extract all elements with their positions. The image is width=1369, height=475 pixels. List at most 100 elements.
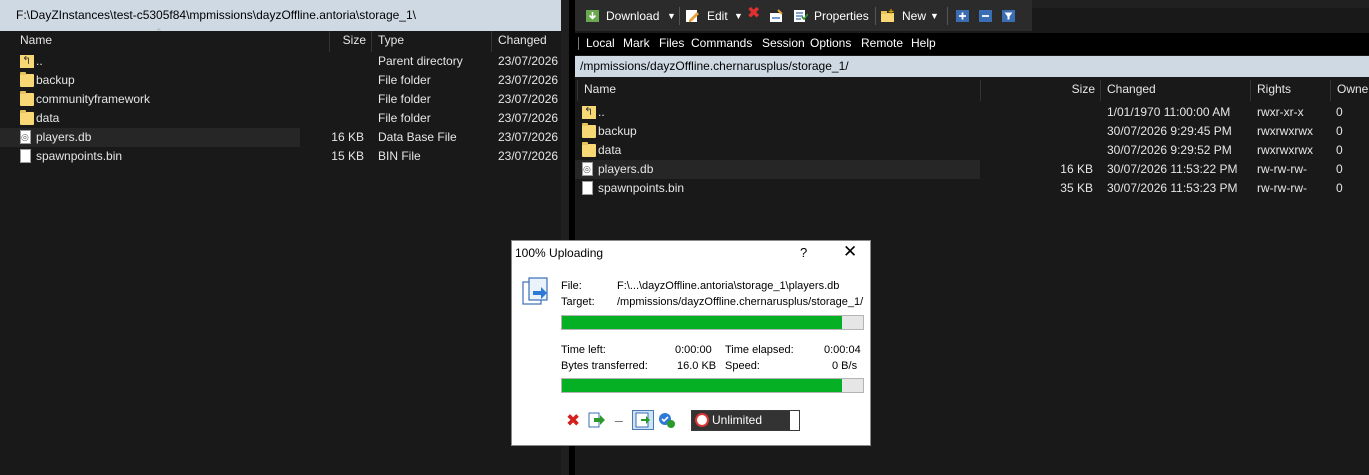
file-icon	[582, 181, 593, 195]
file-size: 35 KB	[1060, 181, 1093, 195]
file-owner: 0	[1336, 124, 1343, 138]
remote-path-bar[interactable]: /mpmissions/dayzOffline.chernarusplus/st…	[575, 56, 1369, 77]
download-dropdown-icon[interactable]: ▼	[667, 7, 676, 25]
file-changed: 1/01/1970 11:00:00 AM	[1107, 105, 1231, 119]
edit-button[interactable]: Edit	[707, 7, 728, 25]
new-button[interactable]: New	[902, 7, 926, 25]
menu-commands[interactable]: Commands	[691, 36, 752, 50]
remote-col-owner[interactable]: Owner	[1331, 80, 1369, 101]
expand-icon[interactable]	[955, 9, 970, 23]
bytes-transferred-label: Bytes transferred:	[561, 360, 648, 372]
local-path-bar[interactable]: F:\DayZInstances\test-c5305f84\mpmission…	[0, 0, 569, 31]
move-to-queue-icon[interactable]	[588, 412, 606, 429]
menu-help[interactable]: Help	[911, 36, 936, 50]
remote-column-headers: Name Size Changed Rights Owner	[575, 80, 1369, 101]
file-name: ..	[598, 105, 605, 119]
local-col-type[interactable]: Type	[372, 31, 492, 52]
menu-session[interactable]: Session	[762, 36, 805, 50]
file-name: spawnpoints.bin	[36, 149, 123, 163]
table-row[interactable]: .. 1/01/1970 11:00:00 AM rwxr-xr-x 0	[575, 103, 1343, 122]
file-type: Data Base File	[378, 130, 457, 144]
file-rights: rw-rw-rw-	[1257, 162, 1307, 176]
file-type: BIN File	[378, 149, 421, 163]
toolbar-separator	[875, 7, 876, 25]
file-progress-fill	[562, 316, 842, 329]
remote-col-size[interactable]: Size	[981, 80, 1101, 101]
table-row[interactable]: backup 30/07/2026 9:29:45 PM rwxrwxrwx 0	[575, 122, 1343, 141]
filter-icon[interactable]	[1001, 9, 1016, 23]
file-type: File folder	[378, 92, 431, 106]
file-name: data	[598, 143, 622, 157]
menu-remote[interactable]: Remote	[861, 36, 903, 50]
rename-icon[interactable]	[769, 9, 784, 23]
parent-dir-icon	[582, 103, 596, 122]
table-row[interactable]: .. Parent directory 23/07/2026 1	[0, 52, 558, 71]
file-type: File folder	[378, 111, 431, 125]
database-file-icon	[582, 160, 593, 179]
local-col-name[interactable]: Name	[14, 31, 330, 52]
table-row[interactable]: data File folder 23/07/2026 9	[0, 109, 558, 128]
download-button[interactable]: Download	[606, 7, 659, 25]
target-label: Target:	[561, 296, 595, 308]
file-progress-bar	[561, 315, 864, 330]
file-size: 16 KB	[1060, 162, 1093, 176]
properties-button[interactable]: Properties	[814, 7, 869, 25]
local-panel: F:\DayZInstances\test-c5305f84\mpmission…	[0, 0, 569, 475]
file-name: backup	[36, 73, 75, 87]
file-changed: 30/07/2026 9:29:52 PM	[1107, 143, 1232, 157]
remote-col-rights[interactable]: Rights	[1251, 80, 1331, 101]
file-size: 16 KB	[331, 130, 364, 144]
speed-limit-value: Unlimited	[712, 413, 763, 427]
help-button[interactable]: ?	[800, 245, 807, 260]
menu-mark[interactable]: Mark	[623, 36, 650, 50]
table-row[interactable]: communityframework File folder 23/07/2026 …	[0, 90, 558, 109]
cancel-transfer-icon[interactable]: ✖	[566, 411, 580, 431]
edit-dropdown-icon[interactable]: ▼	[734, 7, 743, 25]
toolbar-separator	[947, 7, 948, 25]
table-row[interactable]: backup File folder 23/07/2026 9	[0, 71, 558, 90]
file-rights: rwxr-xr-x	[1257, 105, 1304, 119]
menu-options[interactable]: Options	[810, 36, 851, 50]
menu-files[interactable]: Files	[659, 36, 684, 50]
local-col-size[interactable]: Size	[330, 31, 372, 52]
table-row[interactable]: data 30/07/2026 9:29:52 PM rwxrwxrwx 0	[575, 141, 1343, 160]
remote-col-changed[interactable]: Changed	[1101, 80, 1251, 101]
file-rights: rwxrwxrwx	[1257, 143, 1313, 157]
file-name: communityframework	[36, 92, 151, 106]
properties-icon	[794, 10, 808, 22]
upload-progress-dialog: 100% Uploading ? ✕ File: F:\...\dayzOffl…	[511, 240, 871, 446]
file-changed: 23/07/2026 1	[498, 54, 558, 68]
bytes-transferred-value: 16.0 KB	[677, 360, 717, 372]
new-dropdown-icon[interactable]: ▼	[930, 7, 939, 25]
speed-label: Speed:	[725, 360, 760, 372]
target-value: /mpmissions/dayzOffline.chernarusplus/st…	[617, 296, 864, 308]
once-done-icon[interactable]	[658, 412, 676, 429]
delete-icon[interactable]: ✖	[747, 5, 760, 23]
transfer-on-background-icon[interactable]	[632, 410, 654, 430]
total-progress-fill	[562, 379, 842, 392]
time-left-value: 0:00:00	[675, 344, 712, 356]
file-changed: 23/07/2026 1	[498, 130, 558, 144]
collapse-icon[interactable]	[978, 9, 993, 23]
local-col-changed[interactable]: Changed	[492, 31, 569, 52]
file-name: data	[36, 111, 60, 125]
table-row[interactable]: players.db 16 KB 30/07/2026 11:53:22 PM rw-…	[575, 160, 1343, 179]
download-icon	[586, 10, 599, 22]
speed-limit-dropdown[interactable]: Unlimited	[691, 410, 800, 431]
file-changed: 30/07/2026 11:53:23 PM	[1107, 181, 1238, 195]
new-folder-icon	[881, 9, 894, 22]
menu-local[interactable]: Local	[586, 36, 615, 50]
remote-file-list: .. 1/01/1970 11:00:00 AM rwxr-xr-x 0 backup 3…	[575, 103, 1369, 198]
speed-limit-icon	[695, 413, 709, 427]
close-button[interactable]: ✕	[843, 242, 857, 262]
minimize-button[interactable]: _	[615, 407, 623, 423]
remote-col-name[interactable]: Name	[577, 80, 981, 101]
time-left-label: Time left:	[561, 344, 606, 356]
file-name: backup	[598, 124, 637, 138]
table-row[interactable]: players.db 16 KB Data Base File 23/07/2026 …	[0, 128, 558, 147]
table-row[interactable]: spawnpoints.bin 15 KB BIN File 23/07/2026 1	[0, 147, 558, 166]
edit-icon	[686, 10, 699, 22]
file-owner: 0	[1336, 105, 1343, 119]
database-file-icon	[20, 128, 31, 147]
table-row[interactable]: spawnpoints.bin 35 KB 30/07/2026 11:53:23 …	[575, 179, 1343, 198]
